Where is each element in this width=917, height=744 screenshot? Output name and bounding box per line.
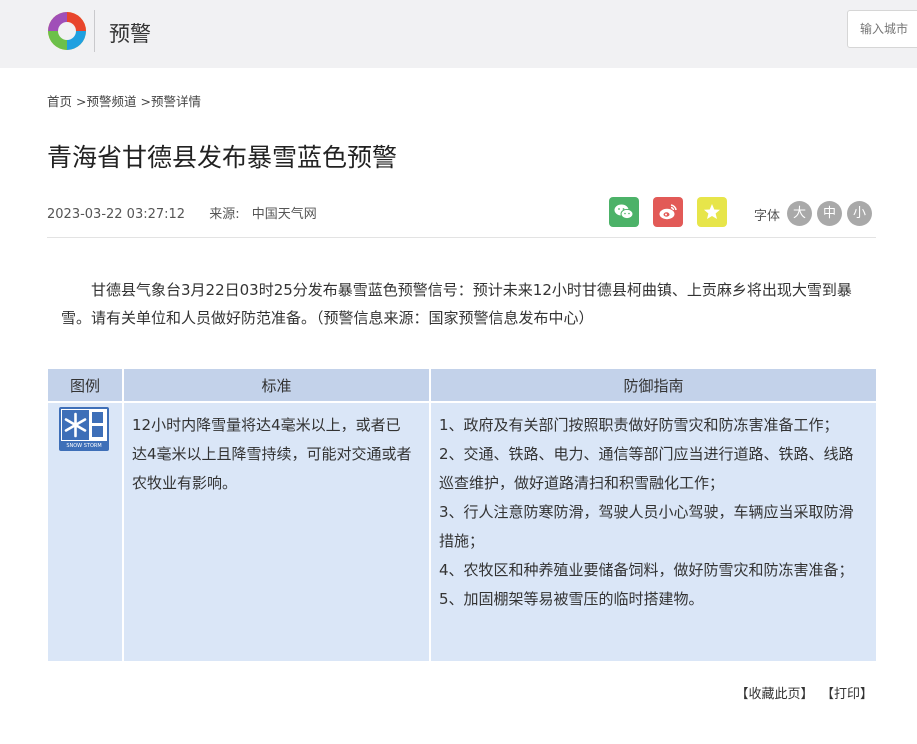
warning-table: 图例 标准 防御指南 SNOW STORM 12小时内降雪量将达4毫米以上，或者… (48, 369, 876, 661)
guide-item: 1、政府及有关部门按照职责做好防雪灾和防冻害准备工作； (439, 416, 839, 434)
table-row: SNOW STORM 12小时内降雪量将达4毫米以上，或者已达4毫米以上且降雪持… (48, 401, 876, 661)
guide-item: 5、加固棚架等易被雪压的临时搭建物。 (439, 590, 704, 608)
logo-divider (94, 10, 95, 52)
favorite-icon (704, 204, 720, 219)
weibo-icon (659, 204, 677, 220)
article-meta: 2023-03-22 03:27:12 来源: 中国天气网 (47, 203, 317, 222)
font-medium-button[interactable]: 中 (817, 201, 842, 226)
breadcrumb-warning-channel[interactable]: >预警频道 (76, 94, 136, 109)
site-logo-icon[interactable] (46, 10, 88, 52)
icon-snow-storm-text: SNOW STORM (66, 443, 102, 449)
publish-datetime: 2023-03-22 03:27:12 (47, 207, 186, 222)
guide-cell: 1、政府及有关部门按照职责做好防雪灾和防冻害准备工作； 2、交通、铁路、电力、通… (430, 401, 876, 661)
table-header-row: 图例 标准 防御指南 (48, 369, 876, 402)
breadcrumb-home[interactable]: 首页 (47, 94, 72, 109)
header-guide: 防御指南 (430, 369, 876, 402)
snowstorm-blue-warning-icon: SNOW STORM (59, 407, 109, 451)
font-large-button[interactable]: 大 (787, 201, 812, 226)
site-title: 预警 (109, 22, 151, 46)
font-small-button[interactable]: 小 (847, 201, 872, 226)
wechat-icon (614, 204, 634, 220)
print-link[interactable]: 【打印】 (827, 687, 873, 702)
legend-cell: SNOW STORM (48, 401, 124, 661)
breadcrumb-warning-detail[interactable]: >预警详情 (141, 94, 201, 109)
share-weibo-button[interactable] (653, 197, 683, 227)
favorite-button[interactable] (697, 197, 727, 227)
bookmark-page-link[interactable]: 【收藏此页】 (735, 687, 813, 702)
article-body: 甘德县气象台3月22日03时25分发布暴雪蓝色预警信号：预计未来12小时甘德县柯… (61, 281, 852, 327)
guide-item: 3、行人注意防寒防滑，驾驶人员小心驾驶，车辆应当采取防滑措施； (439, 503, 854, 550)
header-legend: 图例 (48, 369, 124, 402)
footer-links: 【收藏此页】 【打印】 (721, 683, 873, 702)
city-search-input[interactable] (847, 10, 917, 48)
page-title: 青海省甘德县发布暴雪蓝色预警 (47, 143, 398, 172)
breadcrumb: 首页 >预警频道 >预警详情 (47, 91, 205, 110)
standard-cell: 12小时内降雪量将达4毫米以上，或者已达4毫米以上且降雪持续，可能对交通或者农牧… (123, 401, 431, 661)
guide-item: 2、交通、铁路、电力、通信等部门应当进行道路、铁路、线路巡查维护，做好道路清扫和… (439, 445, 854, 492)
guide-item: 4、农牧区和种养殖业要储备饲料，做好防雪灾和防冻害准备； (439, 561, 854, 579)
share-wechat-button[interactable] (609, 197, 639, 227)
source-label: 来源: (209, 207, 240, 222)
font-size-label: 字体 (754, 209, 781, 224)
header-standard: 标准 (123, 369, 431, 402)
top-bar: 预警 (0, 0, 917, 68)
meta-divider (47, 237, 876, 238)
source-value: 中国天气网 (251, 207, 317, 222)
